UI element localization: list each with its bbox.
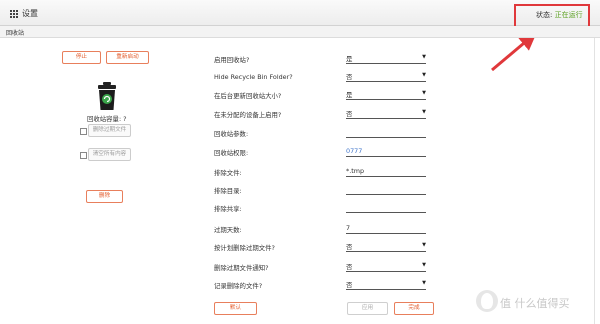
panel-divider <box>594 38 595 324</box>
unassigned-select[interactable]: 否 ▼ <box>346 109 426 119</box>
unassigned-label: 在未分配的设备上启用? <box>214 111 282 119</box>
bg-update-select[interactable]: 是 ▼ <box>346 90 426 100</box>
scheduled-delete-select[interactable]: 否 ▼ <box>346 242 426 252</box>
notify-delete-label: 删除过期文件通知? <box>214 264 269 272</box>
capacity-label: 回收站容量: ? <box>87 115 127 123</box>
recycle-bin-icon <box>98 82 116 110</box>
bg-update-value: 是 <box>346 91 353 99</box>
hide-folder-label: Hide Recycle Bin Folder? <box>214 73 293 81</box>
unassigned-value: 否 <box>346 110 353 118</box>
watermark-logo-icon <box>476 290 498 312</box>
exclude-files-label: 排除文件: <box>214 169 242 177</box>
watermark-text: 值 什么值得买 <box>500 297 570 310</box>
page-title: 设置 <box>22 9 38 18</box>
notify-delete-select[interactable]: 否 ▼ <box>346 262 426 272</box>
section-bar <box>0 26 600 38</box>
stop-button[interactable]: 停止 <box>62 51 101 64</box>
caret-down-icon: ▼ <box>422 109 426 115</box>
caret-down-icon: ▼ <box>422 242 426 248</box>
expire-days-label: 过期天数: <box>214 226 242 234</box>
bg-update-label: 在后台更新回收站大小? <box>214 92 282 100</box>
caret-down-icon: ▼ <box>422 280 426 286</box>
restart-button[interactable]: 重新启动 <box>106 51 149 64</box>
enable-select[interactable]: 是 ▼ <box>346 54 426 64</box>
watermark: 值 什么值得买 <box>476 290 594 316</box>
log-deleted-select[interactable]: 否 ▼ <box>346 280 426 290</box>
default-button[interactable]: 默认 <box>214 302 257 315</box>
exclude-shares-label: 排除共享: <box>214 205 242 213</box>
clear-all-checkbox[interactable] <box>80 152 87 159</box>
params-label: 回收站参数: <box>214 130 249 138</box>
clear-old-button[interactable]: 删除过期文件 <box>88 124 131 137</box>
delete-button[interactable]: 删除 <box>86 190 123 203</box>
done-button[interactable]: 完成 <box>394 302 434 315</box>
section-title: 回收站 <box>6 30 25 37</box>
caret-down-icon: ▼ <box>422 54 426 60</box>
log-deleted-value: 否 <box>346 281 353 289</box>
params-input[interactable] <box>346 128 426 138</box>
enable-label: 启用回收站? <box>214 56 250 64</box>
hide-folder-value: 否 <box>346 73 353 81</box>
hide-folder-select[interactable]: 否 ▼ <box>346 72 426 82</box>
permissions-input[interactable]: 0777 <box>346 147 426 157</box>
exclude-dirs-label: 排除目录: <box>214 187 242 195</box>
notify-delete-value: 否 <box>346 263 353 271</box>
expire-days-input[interactable]: 7 <box>346 224 426 234</box>
exclude-dirs-input[interactable] <box>346 185 426 195</box>
log-deleted-label: 记录删除的文件? <box>214 282 263 290</box>
permissions-label: 回收站权限: <box>214 149 249 157</box>
caret-down-icon: ▼ <box>422 90 426 96</box>
caret-down-icon: ▼ <box>422 262 426 268</box>
clear-all-button[interactable]: 清空所有内容 <box>88 148 131 161</box>
caret-down-icon: ▼ <box>422 72 426 78</box>
enable-value: 是 <box>346 55 353 63</box>
apply-button[interactable]: 应用 <box>347 302 388 315</box>
scheduled-delete-label: 按计划删除过期文件? <box>214 244 275 252</box>
scheduled-delete-value: 否 <box>346 243 353 251</box>
exclude-shares-input[interactable] <box>346 203 426 213</box>
exclude-files-input[interactable]: *.tmp <box>346 167 426 177</box>
clear-old-checkbox[interactable] <box>80 128 87 135</box>
grid-menu-icon[interactable] <box>10 10 18 18</box>
